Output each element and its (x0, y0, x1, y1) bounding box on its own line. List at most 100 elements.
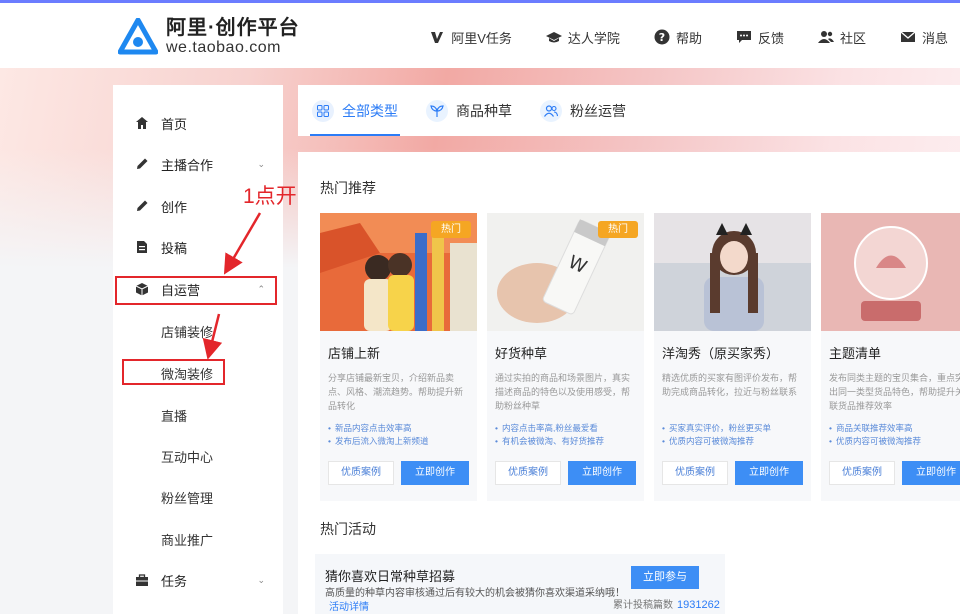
nav-label: 达人学院 (567, 30, 620, 46)
card-theme-list[interactable]: 主题清单 发布同类主题的宝贝集合，重点突出同一类型货品特色，帮助提升关联货品推荐… (821, 213, 960, 501)
home-icon (135, 116, 149, 130)
card-description: 分享店铺最新宝贝，介绍新品卖点、风格、潮流趋势。帮助提升新品转化 (328, 373, 464, 411)
nav-feedback[interactable]: 反馈 (736, 28, 784, 47)
card-image: W 热门 (487, 213, 644, 331)
card-bullet: 买家真实评价，粉丝更买单 (662, 422, 771, 435)
logo-title: 阿里·创作平台 (166, 17, 300, 39)
hot-badge: 热门 (431, 221, 471, 238)
nav-label: 消息 (921, 30, 948, 46)
card-bullets: 新品内容点击效率高 发布后流入微淘上新频道 (328, 422, 429, 448)
help-icon: ? (654, 29, 670, 45)
card-good-seeding[interactable]: W 热门 好货种草 通过实拍的商品和场景图片，真实描述商品的特色以及使用感受，帮… (487, 213, 644, 501)
card-image (654, 213, 811, 331)
create-now-button[interactable]: 立即创作 (902, 461, 960, 485)
nav-academy[interactable]: 达人学院 (545, 28, 620, 47)
nav-label: 帮助 (675, 30, 702, 46)
card-shop-new[interactable]: 热门 店铺上新 分享店铺最新宝贝，介绍新品卖点、风格、潮流趋势。帮助提升新品转化… (320, 213, 477, 501)
nav-community[interactable]: 社区 (817, 28, 866, 47)
hot-badge: 热门 (598, 221, 638, 238)
sidebar-item-tasks[interactable]: 任务 ⌄ (113, 563, 283, 597)
card-title: 洋淘秀（原买家秀） (662, 346, 780, 361)
v-icon (431, 32, 444, 43)
create-now-button[interactable]: 立即创作 (401, 461, 469, 485)
card-buyer-show[interactable]: 洋淘秀（原买家秀） 精选优质的买家有图评价发布，帮助完成商品转化，拉近与粉丝联系… (654, 213, 811, 501)
tab-fan-operation[interactable]: 粉丝运营 (526, 85, 640, 136)
sidebar-item-submit[interactable]: 投稿 (113, 230, 283, 264)
main-content: 热门推荐 热门 店铺上新 分享店铺最新宝贝，介绍新品卖点、风格、潮流趋势。帮助提… (298, 152, 960, 614)
nav-label: 社区 (839, 30, 866, 46)
sidebar-sub-live[interactable]: 直播 (161, 406, 187, 425)
activity-detail-link[interactable]: 活动详情 (329, 602, 369, 613)
card-image (821, 213, 960, 331)
sidebar-sub-interaction-center[interactable]: 互动中心 (161, 447, 213, 466)
activity-title: 猜你喜欢日常种草招募 (325, 569, 456, 584)
logo-domain: we.taobao.com (166, 39, 282, 56)
card-description: 通过实拍的商品和场景图片，真实描述商品的特色以及使用感受，帮助粉丝种草 (495, 373, 631, 411)
tab-all-types[interactable]: 全部类型 (298, 85, 412, 136)
card-bullet: 内容点击率高,粉丝最爱看 (495, 422, 604, 435)
sidebar-item-label: 任务 (161, 573, 188, 589)
svg-text:?: ? (659, 31, 665, 44)
section-title-hot-activity: 热门活动 (320, 521, 376, 537)
mail-icon (900, 31, 916, 42)
document-icon (135, 240, 149, 254)
sidebar-item-label: 主播合作 (161, 157, 214, 173)
top-nav: 阿里V任务 达人学院 ? 帮助 反馈 社区 消息 (395, 3, 948, 71)
sidebar: 首页 主播合作 ⌄ 创作 投稿 自运营 ⌃ 店铺装修 微淘装修 直播 互动中心 … (113, 85, 283, 614)
pencil-icon (135, 157, 149, 171)
chevron-down-icon: ⌄ (257, 158, 265, 169)
graduation-cap-icon (545, 32, 562, 43)
card-bullet: 优质内容可被微淘推荐 (829, 435, 921, 448)
card-bullet: 优质内容可被微淘推荐 (662, 435, 771, 448)
card-bullets: 商品关联推荐效率高 优质内容可被微淘推荐 (829, 422, 921, 448)
quality-case-button[interactable]: 优质案例 (829, 461, 895, 485)
users-icon (540, 99, 562, 122)
sidebar-sub-fan-management[interactable]: 粉丝管理 (161, 488, 213, 507)
activity-desc-text: 高质量的种草内容审核通过后有较大的机会被猜你喜欢渠道采纳哦！ (325, 588, 625, 599)
top-header: 阿里·创作平台 we.taobao.com 阿里V任务 达人学院 ? 帮助 反馈… (0, 0, 960, 68)
tab-product-seeding[interactable]: 商品种草 (412, 85, 526, 136)
quality-case-button[interactable]: 优质案例 (662, 461, 728, 485)
activity-description: 高质量的种草内容审核通过后有较大的机会被猜你喜欢渠道采纳哦！ 活动详情 (325, 587, 625, 614)
sidebar-sub-shop-decoration[interactable]: 店铺装修 (161, 322, 213, 341)
sidebar-item-anchor-cooperation[interactable]: 主播合作 ⌄ (113, 147, 283, 181)
briefcase-icon (135, 573, 149, 587)
feedback-icon (736, 31, 751, 43)
activity-card: 猜你喜欢日常种草招募 高质量的种草内容审核通过后有较大的机会被猜你喜欢渠道采纳哦… (315, 554, 725, 614)
create-now-button[interactable]: 立即创作 (735, 461, 803, 485)
logo-triangle-icon (118, 18, 158, 55)
nav-messages[interactable]: 消息 (900, 28, 948, 47)
join-now-button[interactable]: 立即参与 (631, 566, 699, 589)
card-image: 热门 (320, 213, 477, 331)
content-type-tabs: 全部类型 商品种草 粉丝运营 (298, 85, 960, 136)
activity-stat: 累计投稿篇数 1931262 (613, 596, 720, 611)
card-description: 发布同类主题的宝贝集合，重点突出同一类型货品特色，帮助提升关联货品推荐效率 (829, 373, 960, 411)
sidebar-item-label: 首页 (161, 116, 188, 132)
nav-v-task[interactable]: 阿里V任务 (429, 28, 512, 47)
sidebar-item-home[interactable]: 首页 (113, 106, 283, 140)
sidebar-item-label: 投稿 (161, 240, 188, 256)
card-title: 店铺上新 (328, 346, 381, 361)
logo-text: 阿里·创作平台 we.taobao.com (166, 17, 300, 57)
sidebar-sub-business-promotion[interactable]: 商业推广 (161, 530, 213, 549)
quality-case-button[interactable]: 优质案例 (328, 461, 394, 485)
nav-help[interactable]: ? 帮助 (654, 28, 702, 47)
card-bullet: 有机会被微淘、有好货推荐 (495, 435, 604, 448)
nav-label: 阿里V任务 (451, 30, 512, 46)
sidebar-item-label: 创作 (161, 199, 188, 215)
annotation-highlight-weitao-decoration (122, 359, 225, 385)
card-bullets: 买家真实评价，粉丝更买单 优质内容可被微淘推荐 (662, 422, 771, 448)
sprout-icon (426, 99, 448, 122)
card-description: 精选优质的买家有图评价发布，帮助完成商品转化，拉近与粉丝联系 (662, 373, 798, 397)
card-bullet: 商品关联推荐效率高 (829, 422, 921, 435)
stat-label: 累计投稿篇数 (613, 600, 673, 611)
quality-case-button[interactable]: 优质案例 (495, 461, 561, 485)
annotation-highlight-self-operation (115, 276, 277, 305)
section-title-hot-recommend: 热门推荐 (320, 180, 376, 196)
card-bullet: 发布后流入微淘上新频道 (328, 435, 429, 448)
card-bullet: 新品内容点击效率高 (328, 422, 429, 435)
grid-icon (312, 99, 334, 122)
stat-value: 1931262 (677, 599, 720, 611)
logo[interactable]: 阿里·创作平台 we.taobao.com (118, 17, 300, 57)
create-now-button[interactable]: 立即创作 (568, 461, 636, 485)
